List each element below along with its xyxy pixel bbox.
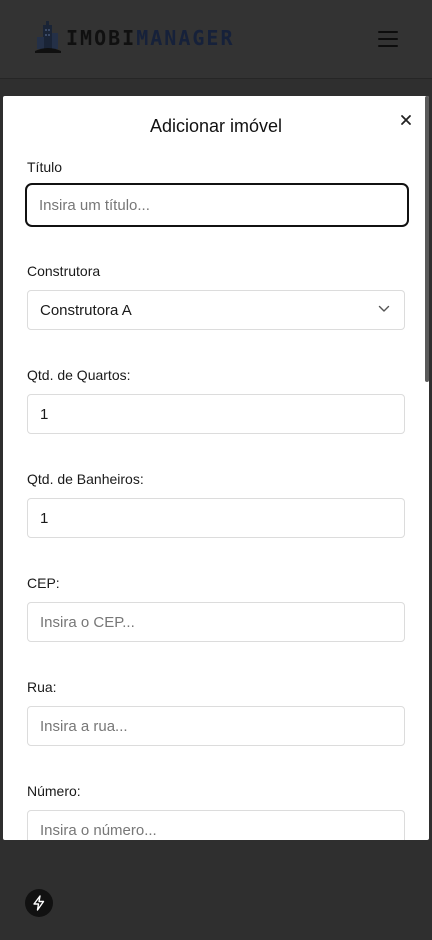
rua-input[interactable]	[27, 706, 405, 746]
rua-label: Rua:	[27, 679, 57, 695]
quartos-label: Qtd. de Quartos:	[27, 367, 131, 383]
logo-building-icon	[35, 21, 61, 53]
cep-label: CEP:	[27, 575, 60, 591]
app-logo[interactable]: IMOBIMANAGER	[34, 20, 235, 56]
construtora-label: Construtora	[27, 263, 101, 279]
construtora-select[interactable]: Construtora A	[27, 290, 405, 330]
top-navbar: IMOBIMANAGER	[0, 0, 432, 79]
numero-label: Número:	[27, 783, 81, 799]
modal-title: Adicionar imóvel	[149, 116, 283, 136]
close-icon[interactable]	[398, 112, 414, 128]
add-property-modal: Adicionar imóvel Título Construtora Cons…	[3, 96, 429, 840]
numero-input[interactable]	[27, 810, 405, 840]
hamburger-icon[interactable]	[378, 31, 398, 47]
logo-text: IMOBIMANAGER	[66, 26, 235, 50]
construtora-selected-value: Construtora A	[40, 301, 132, 319]
banheiros-input[interactable]	[27, 498, 405, 538]
chevron-down-icon	[378, 305, 390, 312]
banheiros-label: Qtd. de Banheiros:	[27, 471, 144, 487]
lightning-icon	[33, 895, 45, 911]
cep-input[interactable]	[27, 602, 405, 642]
titulo-input[interactable]	[25, 183, 409, 227]
titulo-label: Título	[27, 159, 63, 175]
modal-scrollbar[interactable]	[425, 96, 429, 382]
dev-tools-button[interactable]	[25, 889, 53, 917]
quartos-input[interactable]	[27, 394, 405, 434]
